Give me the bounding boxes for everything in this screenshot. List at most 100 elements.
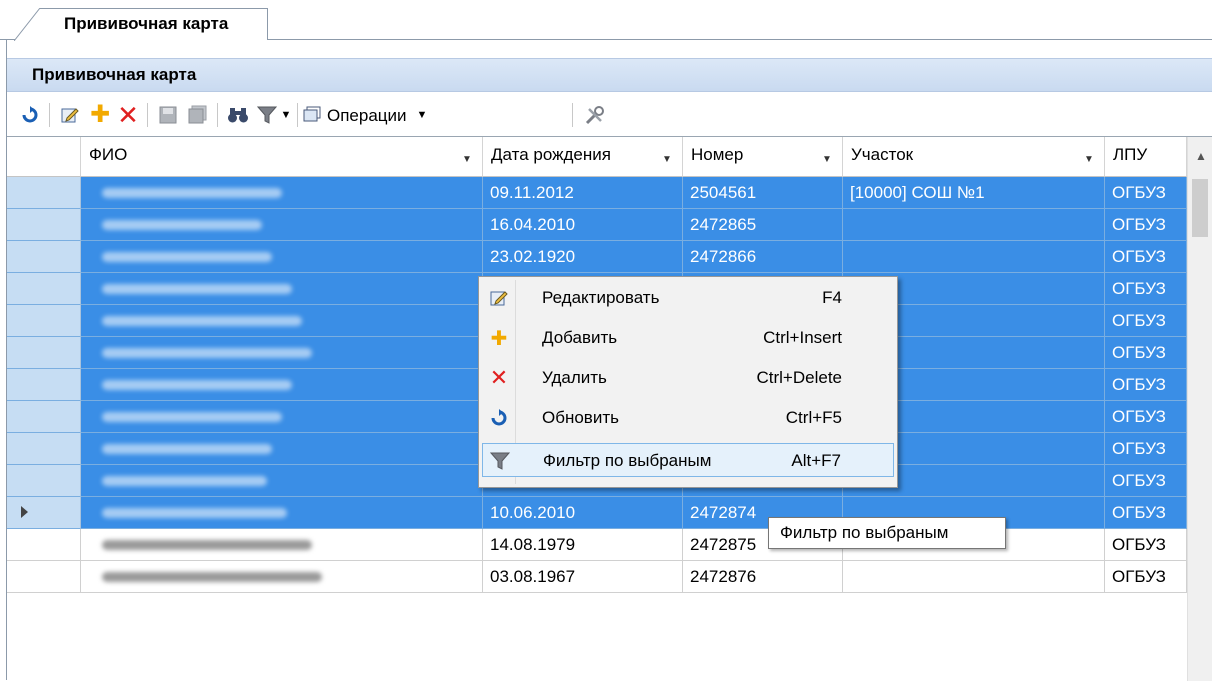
column-header-label: Дата рождения — [491, 145, 611, 164]
redacted-name — [102, 476, 267, 486]
chevron-down-icon[interactable]: ▼ — [658, 151, 676, 167]
table-row[interactable]: 09.11.2012 2504561 [10000] СОШ №1 ОГБУЗ — [7, 177, 1187, 209]
save-all-icon[interactable] — [185, 102, 211, 128]
chevron-up-icon[interactable]: ▲ — [1195, 149, 1207, 163]
cell-uchastok — [843, 561, 1105, 593]
redacted-name — [102, 284, 292, 294]
cell-number-text: 2472875 — [690, 535, 757, 554]
cell-fio — [81, 273, 483, 305]
cell-lpu: ОГБУЗ — [1105, 273, 1187, 305]
scrollbar-thumb[interactable] — [1192, 179, 1208, 237]
redacted-name — [102, 540, 312, 550]
refresh-icon — [488, 407, 510, 429]
tooltip: Фильтр по выбраным — [768, 517, 1006, 549]
cell-fio — [81, 337, 483, 369]
row-header[interactable] — [7, 241, 81, 273]
toolbar-separator — [572, 103, 573, 127]
column-header-number[interactable]: Номер ▼ — [683, 137, 843, 177]
cell-dob-text: 23.02.1920 — [490, 247, 576, 266]
tab-strip: Прививочная карта — [0, 0, 1212, 41]
cell-fio — [81, 401, 483, 433]
cell-lpu: ОГБУЗ — [1105, 369, 1187, 401]
cell-lpu: ОГБУЗ — [1105, 561, 1187, 593]
redacted-name — [102, 380, 292, 390]
cell-lpu-text: ОГБУЗ — [1112, 279, 1166, 298]
table-row[interactable]: 14.08.1979 2472875 ОГБУЗ — [7, 529, 1187, 561]
menu-item-edit[interactable]: Редактировать F4 — [482, 281, 894, 315]
panel-header: Прививочная карта — [7, 58, 1212, 92]
row-header[interactable] — [7, 273, 81, 305]
vertical-scrollbar[interactable]: ▲ — [1187, 137, 1212, 681]
cell-fio — [81, 529, 483, 561]
column-header-dob[interactable]: Дата рождения ▼ — [483, 137, 683, 177]
cell-lpu-text: ОГБУЗ — [1112, 343, 1166, 362]
cell-dob-text: 16.04.2010 — [490, 215, 576, 234]
row-header[interactable] — [7, 529, 81, 561]
filter-icon[interactable] — [255, 102, 279, 128]
redacted-name — [102, 188, 282, 198]
cell-lpu: ОГБУЗ — [1105, 241, 1187, 273]
chevron-down-icon[interactable]: ▼ — [1080, 151, 1098, 167]
cell-lpu: ОГБУЗ — [1105, 497, 1187, 529]
add-icon: ✚ — [490, 327, 508, 350]
edit-icon[interactable] — [57, 102, 83, 128]
cell-fio — [81, 241, 483, 273]
binoculars-icon[interactable] — [225, 102, 251, 128]
menu-item-label: Редактировать — [542, 288, 660, 307]
menu-item-shortcut: Ctrl+Insert — [763, 328, 842, 347]
delete-icon[interactable]: ✕ — [115, 102, 141, 128]
tab-vaccination-card[interactable]: Прививочная карта — [14, 8, 268, 41]
row-header[interactable] — [7, 465, 81, 497]
cell-number: 2504561 — [683, 177, 843, 209]
menu-item-filter-selected[interactable]: Фильтр по выбраным Alt+F7 — [482, 443, 894, 477]
row-header[interactable] — [7, 561, 81, 593]
tab-label: Прививочная карта — [64, 14, 229, 33]
row-header[interactable] — [7, 369, 81, 401]
table-row[interactable]: 10.06.2010 2472874 ОГБУЗ — [7, 497, 1187, 529]
column-header-fio[interactable]: ФИО ▼ — [81, 137, 483, 177]
menu-item-delete[interactable]: ✕ Удалить Ctrl+Delete — [482, 361, 894, 395]
operations-button[interactable]: Операции ▼ — [303, 102, 453, 128]
add-icon[interactable]: ✚ — [87, 102, 113, 128]
panel-title: Прививочная карта — [32, 65, 197, 84]
edit-icon — [488, 287, 510, 309]
save-icon[interactable] — [155, 102, 181, 128]
toolbar: ✚ ✕ ▼ Операции ▼ — [7, 94, 1212, 136]
current-row-arrow-icon — [21, 506, 28, 518]
row-header[interactable] — [7, 305, 81, 337]
row-header[interactable] — [7, 209, 81, 241]
redacted-name — [102, 444, 272, 454]
cell-number-text: 2472865 — [690, 215, 757, 234]
cell-dob: 03.08.1967 — [483, 561, 683, 593]
row-header[interactable] — [7, 433, 81, 465]
cell-lpu-text: ОГБУЗ — [1112, 535, 1166, 554]
column-header-lpu[interactable]: ЛПУ — [1105, 137, 1187, 177]
cell-dob: 14.08.1979 — [483, 529, 683, 561]
toolbar-separator — [297, 103, 298, 127]
filter-dropdown-arrow[interactable]: ▼ — [279, 102, 293, 128]
cell-fio — [81, 209, 483, 241]
menu-item-add[interactable]: ✚ Добавить Ctrl+Insert — [482, 321, 894, 355]
column-header-uchastok[interactable]: Участок ▼ — [843, 137, 1105, 177]
cell-lpu-text: ОГБУЗ — [1112, 471, 1166, 490]
cell-lpu-text: ОГБУЗ — [1112, 375, 1166, 394]
cell-dob: 10.06.2010 — [483, 497, 683, 529]
chevron-down-icon[interactable]: ▼ — [458, 151, 476, 167]
row-header[interactable] — [7, 337, 81, 369]
table-row[interactable]: 16.04.2010 2472865 ОГБУЗ — [7, 209, 1187, 241]
refresh-icon[interactable] — [17, 102, 43, 128]
tools-icon[interactable] — [580, 102, 610, 128]
row-header-corner — [7, 137, 81, 177]
row-header[interactable] — [7, 497, 81, 529]
cell-lpu-text: ОГБУЗ — [1112, 183, 1166, 202]
menu-item-shortcut: Ctrl+Delete — [756, 368, 842, 387]
row-header[interactable] — [7, 401, 81, 433]
chevron-down-icon[interactable]: ▼ — [818, 151, 836, 167]
table-row[interactable]: 23.02.1920 2472866 ОГБУЗ — [7, 241, 1187, 273]
menu-item-refresh[interactable]: Обновить Ctrl+F5 — [482, 401, 894, 435]
redacted-name — [102, 348, 312, 358]
row-header[interactable] — [7, 177, 81, 209]
cell-dob: 16.04.2010 — [483, 209, 683, 241]
table-row[interactable]: 03.08.1967 2472876 ОГБУЗ — [7, 561, 1187, 593]
filter-icon — [489, 450, 511, 472]
